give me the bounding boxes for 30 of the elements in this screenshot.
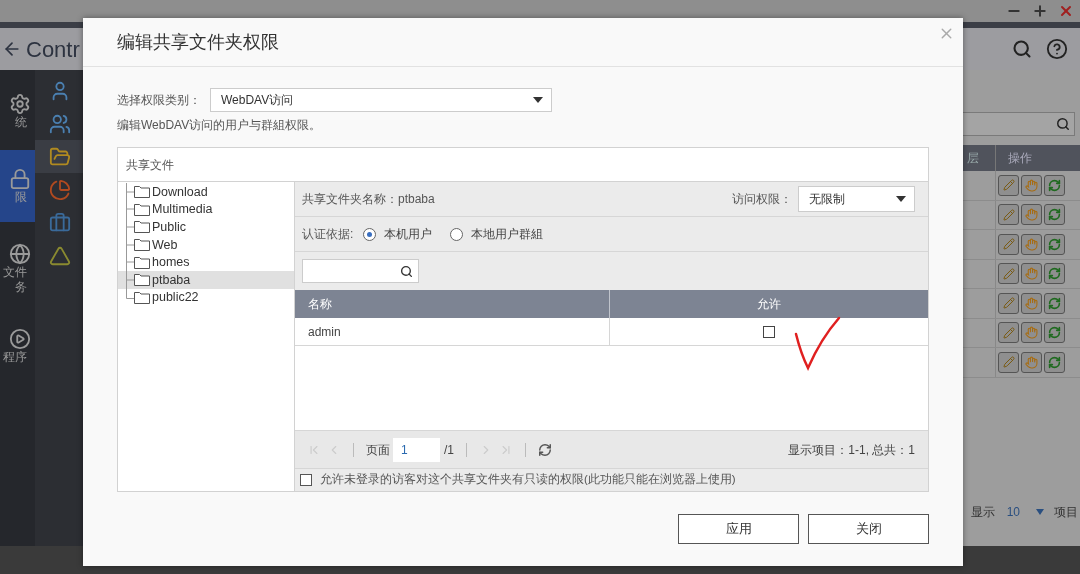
nav-label: 程序	[3, 349, 27, 365]
nav-label: 务	[15, 280, 27, 295]
nav-label: 文件	[3, 265, 27, 280]
category-label: 选择权限类别：	[117, 92, 202, 109]
app-title: Contr	[26, 35, 80, 64]
folder-name-label: 共享文件夹名称：ptbaba	[302, 191, 435, 208]
auth-label: 认证依据:	[302, 226, 354, 243]
page-summary: 显示项目：1-1, 总共：1	[788, 441, 915, 459]
page-total: /1	[444, 441, 454, 459]
column-header: 层	[967, 150, 980, 167]
column-header: 允许	[756, 296, 782, 313]
dialog-title: 编辑共享文件夹权限	[117, 30, 279, 54]
folder-name: Public	[152, 219, 187, 235]
items-label: 项目	[1054, 504, 1078, 521]
folder-name: public22	[152, 289, 199, 306]
tree-header: 共享文件	[126, 156, 174, 174]
show-label: 显示	[970, 504, 995, 521]
description: 编辑WebDAV访问的用户与群組权限。	[117, 117, 323, 134]
folder-name: Multimedia	[152, 201, 213, 218]
folder-name: ptbaba	[152, 271, 191, 288]
nav-label: 统	[15, 114, 27, 130]
folder-name: Web	[152, 236, 178, 253]
nav-label: 限	[15, 189, 27, 205]
guest-option-label: 允许未登录的访客对这个共享文件夹有只读的权限(此功能只能在浏览器上使用)	[320, 472, 736, 488]
table-cell: admin	[295, 318, 610, 345]
folder-name: Download	[152, 183, 208, 200]
column-header: 操作	[1007, 150, 1033, 167]
page-label: 页面	[366, 441, 390, 459]
folder-name: homes	[152, 254, 190, 271]
access-label: 访问权限：	[732, 191, 792, 208]
